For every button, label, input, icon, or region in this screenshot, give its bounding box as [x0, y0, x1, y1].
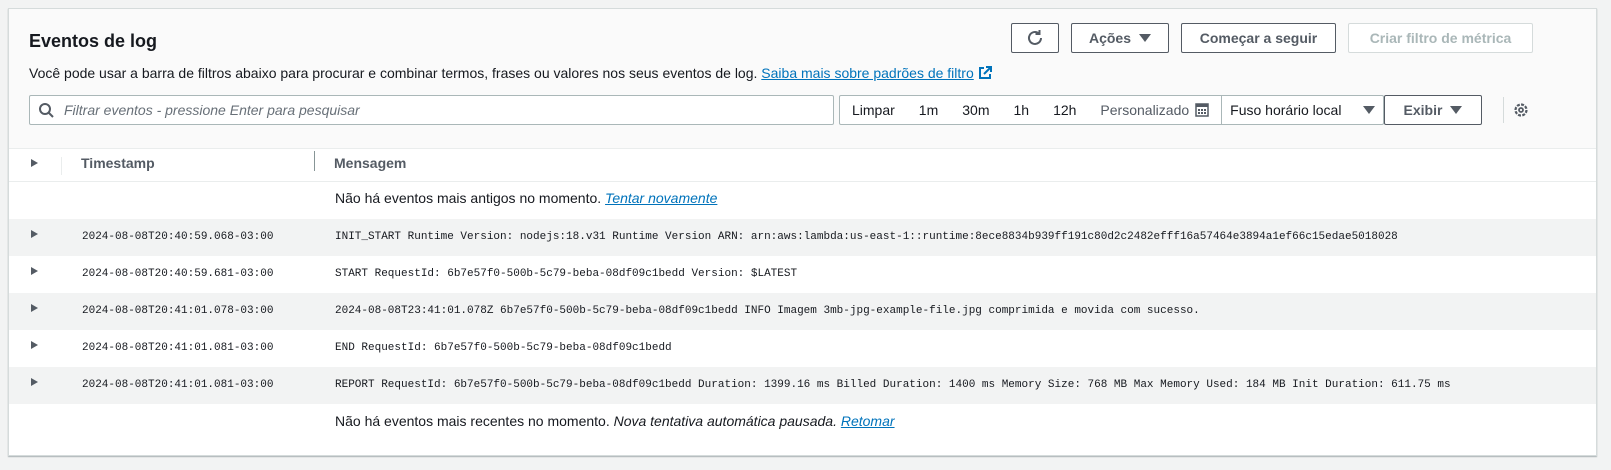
caret-right-icon: [31, 341, 38, 349]
caret-right-icon: [31, 159, 38, 167]
event-timestamp: 2024-08-08T20:40:59.068-03:00: [82, 231, 274, 243]
settings-button[interactable]: [1503, 97, 1538, 123]
column-resize-handle[interactable]: [314, 151, 315, 171]
log-event-row[interactable]: 2024-08-08T20:41:01.081-03:00 REPORT Requ…: [9, 367, 1596, 404]
log-event-row[interactable]: 2024-08-08T20:40:59.681-03:00 START Reque…: [9, 256, 1596, 293]
column-header-timestamp[interactable]: Timestamp: [81, 155, 155, 171]
event-message: INIT_START Runtime Version: nodejs:18.v3…: [335, 231, 1398, 243]
event-timestamp: 2024-08-08T20:40:59.681-03:00: [82, 268, 274, 280]
timezone-label: Fuso horário local: [1230, 102, 1342, 118]
display-button[interactable]: Exibir: [1384, 95, 1482, 125]
event-timestamp: 2024-08-08T20:41:01.081-03:00: [82, 379, 274, 391]
create-metric-filter-label: Criar filtro de métrica: [1369, 30, 1512, 46]
filter-patterns-link-label: Saiba mais sobre padrões de filtro: [761, 65, 974, 81]
event-timestamp: 2024-08-08T20:41:01.081-03:00: [82, 342, 274, 354]
resume-link[interactable]: Retomar: [841, 413, 895, 429]
panel-header: Eventos de log Você pode usar a barra de…: [9, 9, 1596, 149]
filter-events-search: [29, 95, 834, 125]
newer-events-text: Não há eventos mais recentes no momento.: [335, 413, 610, 429]
timezone-select[interactable]: Fuso horário local: [1222, 96, 1383, 124]
log-event-row[interactable]: 2024-08-08T20:40:59.068-03:00 INIT_START …: [9, 219, 1596, 256]
column-header-message[interactable]: Mensagem: [334, 155, 406, 171]
refresh-button[interactable]: [1011, 23, 1059, 53]
range-1m[interactable]: 1m: [907, 96, 950, 124]
log-event-row[interactable]: 2024-08-08T20:41:01.081-03:00 END Request…: [9, 330, 1596, 367]
caret-down-icon: [1363, 106, 1376, 114]
external-link-icon: [978, 66, 992, 79]
start-tailing-label: Começar a seguir: [1199, 30, 1318, 46]
log-events-panel: Eventos de log Você pode usar a barra de…: [8, 8, 1597, 456]
range-30m[interactable]: 30m: [950, 96, 1001, 124]
event-timestamp: 2024-08-08T20:41:01.078-03:00: [82, 305, 274, 317]
caret-right-icon: [31, 378, 38, 386]
expand-row-button[interactable]: [31, 267, 38, 275]
header-description: Você pode usar a barra de filtros abaixo…: [29, 65, 992, 81]
clear-range-button[interactable]: Limpar: [840, 96, 907, 124]
expand-row-button[interactable]: [31, 341, 38, 349]
caret-right-icon: [31, 304, 38, 312]
log-event-row[interactable]: 2024-08-08T20:41:01.078-03:00 2024-08-08T…: [9, 293, 1596, 330]
column-divider: [61, 157, 62, 175]
event-message: END RequestId: 6b7e57f0-500b-5c79-beba-0…: [335, 342, 672, 354]
expand-row-button[interactable]: [31, 230, 38, 238]
caret-down-icon: [1139, 34, 1152, 42]
range-12h[interactable]: 12h: [1041, 96, 1088, 124]
gear-icon: [1514, 103, 1528, 117]
auto-retry-paused-text: Nova tentativa automática pausada.: [613, 413, 837, 429]
start-tailing-button[interactable]: Começar a seguir: [1181, 23, 1336, 53]
expand-row-button[interactable]: [31, 304, 38, 312]
event-message: REPORT RequestId: 6b7e57f0-500b-5c79-beb…: [335, 379, 1451, 391]
time-range-selector: Limpar 1m 30m 1h 12h Personalizado Fuso …: [839, 95, 1385, 125]
refresh-icon: [1028, 30, 1042, 45]
expand-all-button[interactable]: [31, 159, 38, 167]
page-title: Eventos de log: [29, 31, 158, 51]
description-text: Você pode usar a barra de filtros abaixo…: [29, 65, 758, 81]
event-message: START RequestId: 6b7e57f0-500b-5c79-beba…: [335, 268, 798, 280]
range-1h[interactable]: 1h: [1001, 96, 1041, 124]
filter-events-input[interactable]: [62, 96, 826, 124]
range-custom-label: Personalizado: [1100, 102, 1190, 118]
event-message: 2024-08-08T23:41:01.078Z 6b7e57f0-500b-5…: [335, 305, 1200, 317]
actions-button[interactable]: Ações: [1071, 23, 1169, 53]
actions-button-label: Ações: [1088, 30, 1132, 46]
older-events-text: Não há eventos mais antigos no momento.: [335, 190, 602, 206]
caret-right-icon: [31, 230, 38, 238]
search-icon: [39, 103, 54, 118]
display-button-label: Exibir: [1403, 102, 1443, 118]
older-events-status: Não há eventos mais antigos no momento. …: [335, 190, 717, 206]
caret-right-icon: [31, 267, 38, 275]
expand-row-button[interactable]: [31, 378, 38, 386]
range-custom[interactable]: Personalizado: [1088, 96, 1221, 124]
create-metric-filter-button[interactable]: Criar filtro de métrica: [1348, 23, 1533, 53]
newer-events-status: Não há eventos mais recentes no momento.…: [335, 413, 895, 429]
calendar-icon: [1195, 103, 1209, 117]
caret-down-icon: [1450, 106, 1463, 114]
table-header: Timestamp Mensagem: [9, 149, 1596, 182]
filter-patterns-link[interactable]: Saiba mais sobre padrões de filtro: [761, 65, 992, 81]
retry-link[interactable]: Tentar novamente: [605, 190, 717, 206]
